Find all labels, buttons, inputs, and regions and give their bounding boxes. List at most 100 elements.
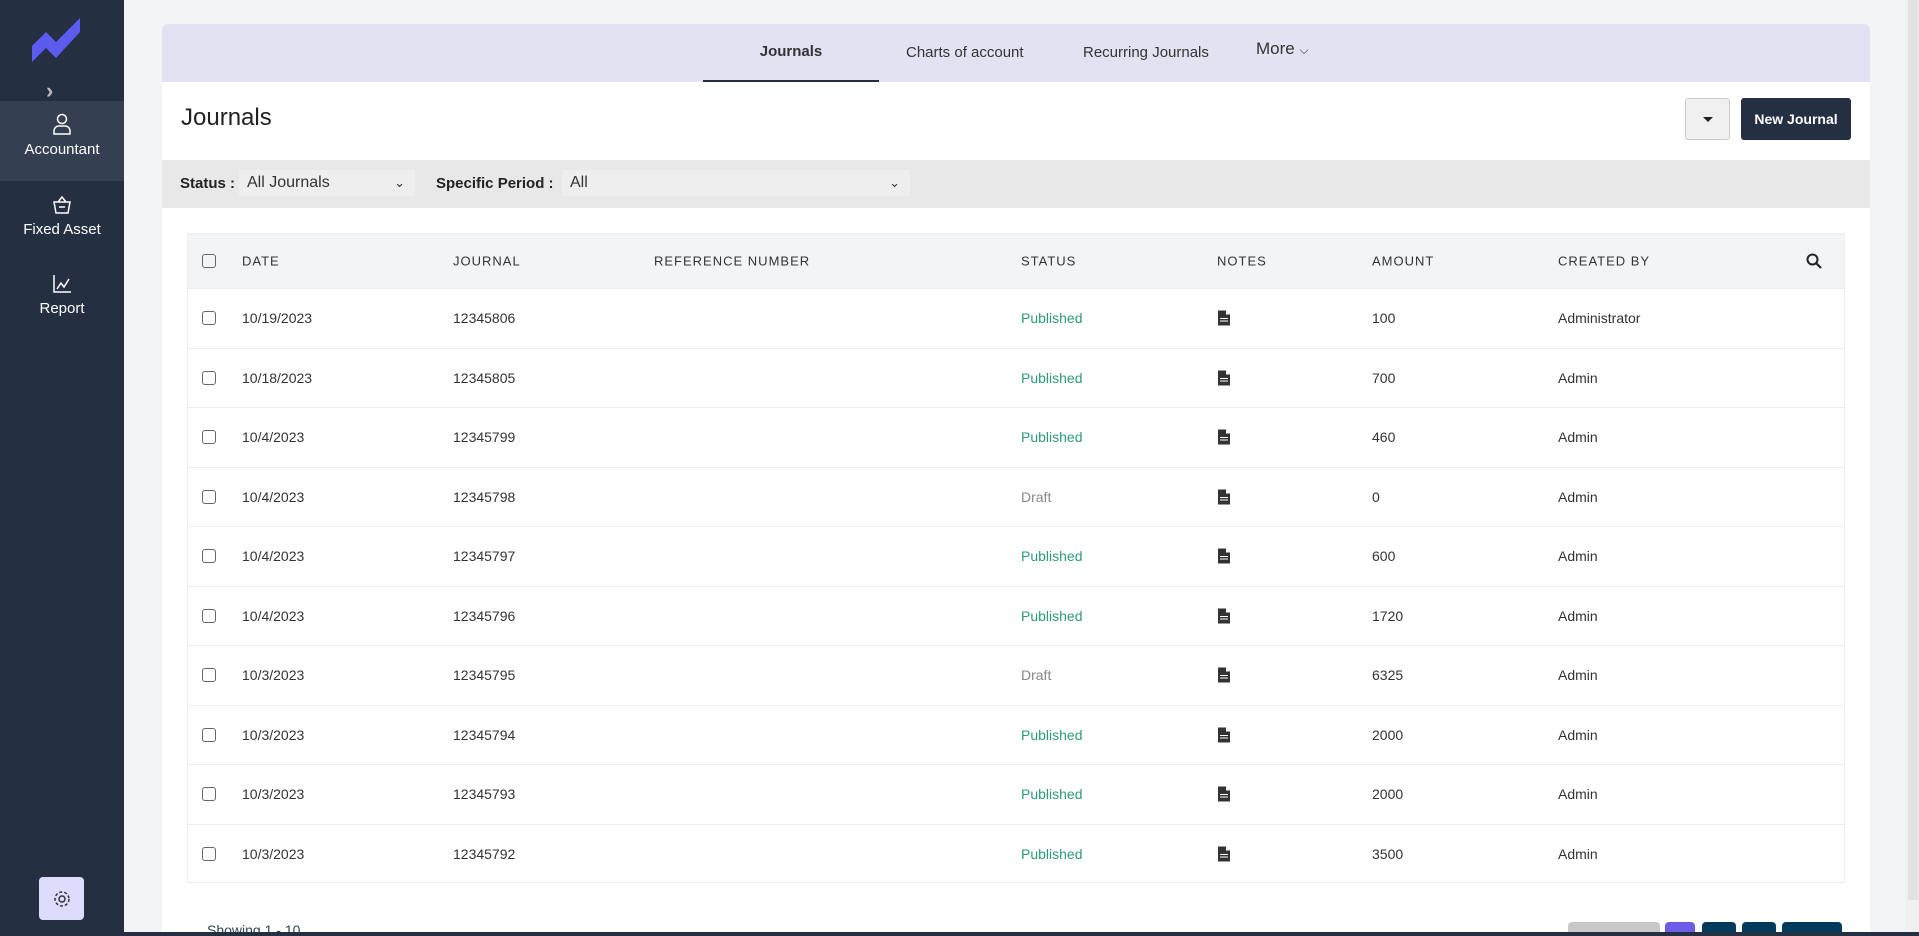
sidebar-item-label: Fixed Asset [23, 221, 101, 238]
row-checkbox[interactable] [202, 549, 216, 564]
notes-document-icon[interactable] [1218, 310, 1230, 326]
row-created-by: Admin [1558, 488, 1598, 505]
row-checkbox[interactable] [202, 787, 216, 802]
sidebar-item-label: Report [39, 300, 85, 317]
table-row[interactable]: 10/18/2023 12345805 Published 700 Admin [188, 347, 1844, 408]
row-created-by: Admin [1558, 667, 1598, 684]
sidebar-item-accountant[interactable]: Accountant [0, 101, 124, 181]
notes-document-icon[interactable] [1218, 667, 1230, 683]
table-row[interactable]: 10/3/2023 12345792 Published 3500 Admin [188, 823, 1844, 884]
row-journal[interactable]: 12345798 [453, 489, 515, 505]
row-amount: 0 [1372, 488, 1380, 505]
notes-document-icon[interactable] [1218, 786, 1230, 802]
row-journal[interactable]: 12345795 [453, 667, 515, 683]
journals-card: Journals Charts of account Recurring Jou… [162, 24, 1870, 936]
notes-document-icon[interactable] [1218, 370, 1230, 386]
table-row[interactable]: 10/4/2023 12345799 Published 460 Admin [188, 407, 1844, 467]
row-journal[interactable]: 12345805 [453, 370, 515, 386]
tab-recurring-journals[interactable]: Recurring Journals [1083, 24, 1209, 82]
col-created-by[interactable]: CREATED BY [1558, 254, 1650, 269]
sidebar: › Accountant Fixed Asset Report [0, 0, 124, 936]
row-date: 10/4/2023 [242, 488, 305, 505]
options-dropdown-button[interactable] [1685, 98, 1730, 140]
row-amount: 700 [1372, 369, 1396, 386]
period-filter-select[interactable]: All ⌄ [562, 170, 910, 196]
page-title: Journals [181, 104, 272, 131]
horizontal-scrollbar[interactable] [60, 932, 1919, 936]
row-status: Published [1021, 310, 1083, 327]
row-journal[interactable]: 12345806 [453, 310, 515, 326]
notes-document-icon[interactable] [1218, 608, 1230, 624]
row-status: Published [1021, 369, 1083, 386]
row-journal[interactable]: 12345797 [453, 548, 515, 564]
row-amount: 2000 [1372, 726, 1404, 743]
row-journal[interactable]: 12345793 [453, 786, 515, 802]
row-checkbox[interactable] [202, 311, 216, 326]
row-date: 10/4/2023 [242, 429, 305, 446]
period-filter-label: Specific Period : [436, 175, 554, 192]
notes-document-icon[interactable] [1218, 429, 1230, 445]
row-journal[interactable]: 12345794 [453, 727, 515, 743]
scrollbar-thumb[interactable] [1908, 0, 1918, 900]
row-checkbox[interactable] [202, 430, 216, 445]
row-date: 10/3/2023 [242, 667, 305, 684]
row-checkbox[interactable] [202, 489, 216, 504]
row-checkbox[interactable] [202, 727, 216, 742]
row-status: Published [1021, 548, 1083, 565]
tab-more-label: More [1256, 39, 1295, 58]
row-status: Draft [1021, 667, 1052, 684]
row-journal[interactable]: 12345799 [453, 429, 515, 445]
tab-journals[interactable]: Journals [703, 24, 879, 82]
row-checkbox[interactable] [202, 608, 216, 623]
row-amount: 1720 [1372, 607, 1404, 624]
table-row[interactable]: 10/3/2023 12345794 Published 2000 Admin [188, 704, 1844, 765]
row-date: 10/19/2023 [242, 310, 313, 327]
tab-more[interactable]: More ⌵ [1256, 24, 1309, 78]
sidebar-item-label: Accountant [24, 141, 100, 158]
gear-icon [53, 890, 70, 907]
tab-charts-of-account[interactable]: Charts of account [906, 24, 1024, 82]
table-row[interactable]: 10/4/2023 12345798 Draft 0 Admin [188, 466, 1844, 527]
col-amount[interactable]: AMOUNT [1372, 254, 1434, 269]
row-created-by: Admin [1558, 786, 1598, 803]
status-filter-value: All Journals [247, 174, 330, 191]
search-icon[interactable] [1806, 253, 1822, 269]
notes-document-icon[interactable] [1218, 846, 1230, 862]
row-date: 10/18/2023 [242, 369, 313, 386]
table-row[interactable]: 10/4/2023 12345797 Published 600 Admin [188, 526, 1844, 586]
row-status: Published [1021, 786, 1083, 803]
row-checkbox[interactable] [202, 668, 216, 683]
notes-document-icon[interactable] [1218, 548, 1230, 564]
status-filter-select[interactable]: All Journals ⌄ [239, 170, 415, 196]
sidebar-item-report[interactable]: Report [0, 262, 124, 342]
col-journal[interactable]: JOURNAL [453, 254, 521, 269]
notes-document-icon[interactable] [1218, 489, 1230, 505]
row-status: Published [1021, 607, 1083, 624]
new-journal-button[interactable]: New Journal [1741, 98, 1851, 140]
row-checkbox[interactable] [202, 846, 216, 861]
notes-document-icon[interactable] [1218, 727, 1230, 743]
row-created-by: Admin [1558, 845, 1598, 862]
tab-bar: Journals Charts of account Recurring Jou… [162, 24, 1870, 82]
table-row[interactable]: 10/19/2023 12345806 Published 100 Admini… [188, 288, 1844, 348]
chevron-down-icon: ⌵ [1299, 43, 1309, 57]
col-date[interactable]: DATE [242, 254, 280, 269]
row-amount: 2000 [1372, 786, 1404, 803]
filter-bar: Status : All Journals ⌄ Specific Period :… [162, 160, 1870, 208]
row-checkbox[interactable] [202, 370, 216, 385]
table-row[interactable]: 10/3/2023 12345795 Draft 6325 Admin [188, 645, 1844, 705]
sidebar-item-fixed-asset[interactable]: Fixed Asset [0, 183, 124, 263]
select-all-checkbox[interactable] [202, 254, 216, 268]
row-amount: 460 [1372, 429, 1396, 446]
table-row[interactable]: 10/3/2023 12345793 Published 2000 Admin [188, 764, 1844, 824]
status-filter-label: Status : [180, 175, 236, 192]
col-reference[interactable]: REFERENCE NUMBER [654, 254, 810, 269]
table-row[interactable]: 10/4/2023 12345796 Published 1720 Admin [188, 585, 1844, 646]
col-status[interactable]: STATUS [1021, 254, 1076, 269]
row-amount: 600 [1372, 548, 1396, 565]
row-journal[interactable]: 12345796 [453, 608, 515, 624]
row-created-by: Admin [1558, 369, 1598, 386]
row-journal[interactable]: 12345792 [453, 846, 515, 862]
settings-button[interactable] [39, 877, 84, 920]
col-notes[interactable]: NOTES [1217, 254, 1267, 269]
